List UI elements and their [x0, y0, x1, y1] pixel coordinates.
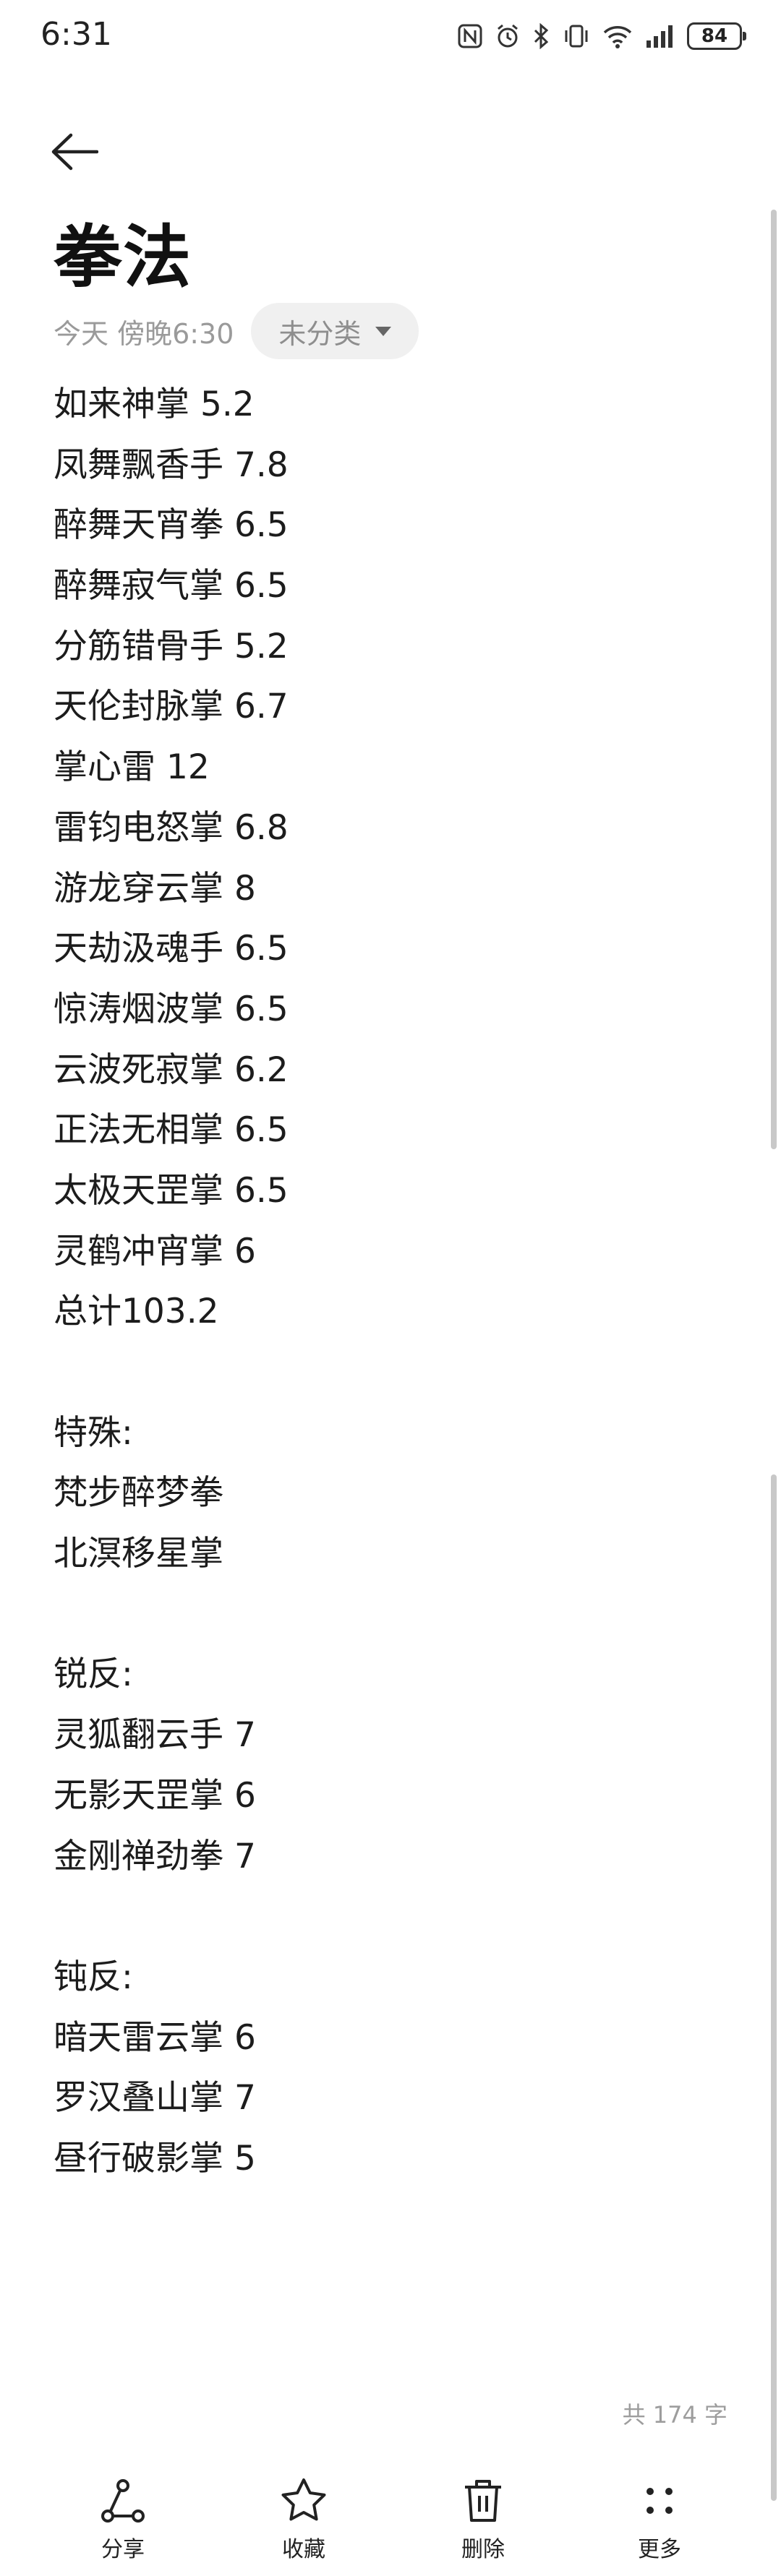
back-button[interactable] — [51, 123, 116, 181]
note-line — [54, 1584, 704, 1645]
note-line: 正法无相掌 6.5 — [54, 1110, 289, 1151]
note-line: 天劫汲魂手 6.5 — [54, 929, 289, 969]
note-line: 金刚禅劲拳 7 — [54, 1836, 256, 1876]
nfc-icon — [457, 22, 483, 51]
note-line — [54, 1342, 704, 1403]
share-button[interactable]: 分享 — [58, 2472, 188, 2563]
delete-button[interactable]: 删除 — [418, 2472, 548, 2563]
star-icon — [275, 2472, 333, 2530]
category-dropdown[interactable]: 未分类 — [251, 303, 419, 359]
wifi-icon — [602, 22, 633, 51]
note-line: 特殊: — [54, 1412, 133, 1453]
favorite-label: 收藏 — [282, 2537, 325, 2562]
note-meta: 今天 傍晚6:30 未分类 — [54, 302, 419, 360]
status-bar: 6:31 84 — [0, 0, 781, 80]
note-line: 雷钧电怒掌 6.8 — [54, 807, 289, 848]
note-line: 云波死寂掌 6.2 — [54, 1049, 289, 1090]
arrow-left-icon — [51, 133, 98, 171]
note-line: 灵狐翻云手 7 — [54, 1715, 256, 1756]
share-icon — [94, 2472, 152, 2530]
note-line: 如来神掌 5.2 — [54, 385, 255, 424]
note-line: 醉舞寂气掌 6.5 — [54, 566, 289, 606]
note-line: 钝反: — [54, 1957, 133, 1997]
vibrate-icon — [563, 22, 590, 51]
alarm-icon — [495, 22, 521, 51]
note-content[interactable]: 如来神掌 5.2 凤舞飘香手 7.8 醉舞天宵拳 6.5 醉舞寂气掌 6.5 分筋错骨手… — [54, 374, 704, 2189]
bottom-toolbar: 分享 收藏 删除 更多 — [0, 2472, 781, 2576]
note-line: 北溟移星掌 — [54, 1534, 223, 1574]
note-line: 天伦封脉掌 6.7 — [54, 687, 289, 727]
battery-level: 84 — [701, 25, 728, 47]
chevron-down-icon — [375, 326, 392, 336]
status-time: 6:31 — [40, 16, 112, 53]
scrollbar-bottom[interactable] — [771, 1474, 777, 2501]
favorite-button[interactable]: 收藏 — [239, 2472, 369, 2563]
delete-label: 删除 — [461, 2537, 505, 2562]
status-icons: 84 — [457, 20, 746, 52]
note-line: 昼行破影掌 5 — [54, 2138, 256, 2178]
note-line: 罗汉叠山掌 7 — [54, 2078, 256, 2118]
battery-icon: 84 — [687, 22, 746, 50]
category-label: 未分类 — [278, 317, 362, 350]
note-line: 醉舞天宵拳 6.5 — [54, 505, 289, 546]
more-button[interactable]: 更多 — [594, 2472, 725, 2563]
note-line: 梵步醉梦拳 — [54, 1473, 223, 1514]
note-line: 太极天罡掌 6.5 — [54, 1170, 289, 1211]
note-line: 总计103.2 — [54, 1292, 219, 1332]
signal-icon — [645, 22, 675, 51]
word-count: 共 174 字 — [622, 2401, 727, 2429]
note-line: 惊涛烟波掌 6.5 — [54, 989, 289, 1029]
note-screen: 6:31 84 拳法 今天 傍晚6:30 未分类 如来神掌 5.2 凤舞飘香手 … — [0, 0, 781, 2576]
note-line: 掌心雷 12 — [54, 747, 210, 788]
note-line: 无影天罡掌 6 — [54, 1775, 256, 1816]
bluetooth-icon — [532, 22, 551, 51]
note-line: 锐反: — [54, 1654, 133, 1695]
note-line: 凤舞飘香手 7.8 — [54, 445, 289, 485]
note-date: 今天 傍晚6:30 — [54, 317, 234, 350]
note-line — [54, 1886, 704, 1947]
note-title[interactable]: 拳法 — [54, 202, 192, 301]
note-line: 游龙穿云掌 8 — [54, 868, 256, 909]
more-label: 更多 — [638, 2537, 681, 2562]
more-icon — [631, 2472, 688, 2530]
scrollbar-top[interactable] — [771, 210, 777, 1149]
note-line: 灵鹤冲宵掌 6 — [54, 1231, 256, 1271]
trash-icon — [454, 2472, 512, 2530]
share-label: 分享 — [101, 2537, 145, 2562]
note-line: 暗天雷云掌 6 — [54, 2017, 256, 2058]
note-line: 分筋错骨手 5.2 — [54, 626, 289, 666]
